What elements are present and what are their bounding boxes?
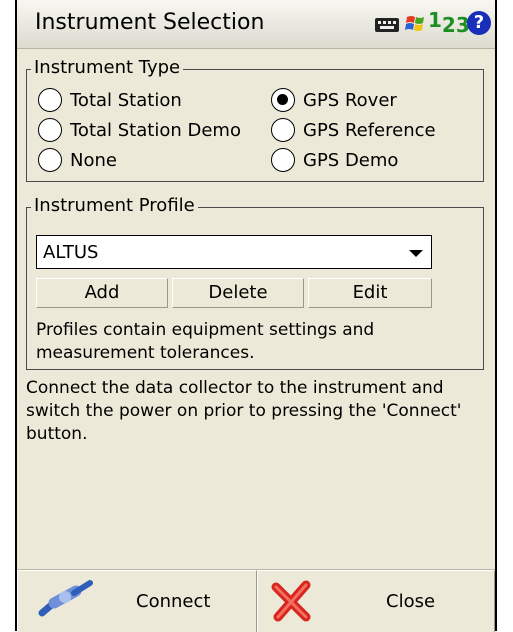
- numeric-sub: 23: [441, 13, 470, 37]
- numeric-input-icon[interactable]: 123: [428, 8, 470, 37]
- instrument-type-group: Instrument Type Total Station Total Stat…: [26, 57, 484, 182]
- delete-profile-button[interactable]: Delete: [172, 278, 304, 308]
- device-frame: Instrument Selection 123 ? Instrument Ty…: [0, 0, 513, 632]
- radio-label: Total Station Demo: [70, 119, 241, 141]
- instrument-profile-legend: Instrument Profile: [31, 195, 198, 216]
- radio-label: None: [70, 149, 117, 171]
- radio-circle[interactable]: [271, 148, 295, 172]
- connect-instructions: Connect the data collector to the instru…: [26, 378, 462, 444]
- radio-total-station[interactable]: Total Station: [38, 86, 182, 114]
- window-title: Instrument Selection: [35, 10, 265, 35]
- radio-gps-demo[interactable]: GPS Demo: [271, 146, 398, 174]
- radio-none[interactable]: None: [38, 146, 117, 174]
- edit-profile-button[interactable]: Edit: [308, 278, 432, 308]
- radio-label: Total Station: [70, 89, 182, 111]
- radio-gps-rover[interactable]: GPS Rover: [271, 86, 397, 114]
- bottom-toolbar: Connect Close: [17, 569, 495, 632]
- profile-dropdown-value: ALTUS: [43, 242, 99, 263]
- radio-circle-selected[interactable]: [271, 88, 295, 112]
- radio-circle[interactable]: [38, 148, 62, 172]
- radio-circle[interactable]: [38, 88, 62, 112]
- radio-label: GPS Reference: [303, 119, 436, 141]
- radio-label: GPS Rover: [303, 89, 397, 111]
- instrument-type-legend: Instrument Type: [31, 57, 184, 78]
- help-icon[interactable]: ?: [467, 11, 491, 35]
- connect-label: Connect: [136, 591, 211, 612]
- title-bar: Instrument Selection 123 ?: [17, 0, 495, 49]
- radio-gps-reference[interactable]: GPS Reference: [271, 116, 436, 144]
- chevron-down-icon[interactable]: [409, 250, 423, 257]
- connector-icon: [38, 580, 93, 617]
- numeric-main: 1: [428, 8, 442, 32]
- profile-note: Profiles contain equipment settings and …: [36, 320, 375, 363]
- close-label: Close: [386, 591, 436, 612]
- connect-button[interactable]: Connect: [17, 570, 257, 632]
- radio-circle[interactable]: [38, 118, 62, 142]
- keyboard-icon[interactable]: [375, 18, 399, 32]
- close-icon: [271, 580, 311, 622]
- add-profile-button[interactable]: Add: [36, 278, 168, 308]
- app-screen: Instrument Selection 123 ? Instrument Ty…: [15, 0, 497, 632]
- instrument-profile-group: Instrument Profile ALTUS Add Delete Edit…: [26, 195, 484, 370]
- close-button[interactable]: Close: [257, 570, 495, 632]
- radio-circle[interactable]: [271, 118, 295, 142]
- radio-label: GPS Demo: [303, 149, 399, 171]
- profile-dropdown[interactable]: ALTUS: [36, 235, 432, 269]
- radio-total-station-demo[interactable]: Total Station Demo: [38, 116, 241, 144]
- windows-flag-icon[interactable]: [404, 12, 428, 36]
